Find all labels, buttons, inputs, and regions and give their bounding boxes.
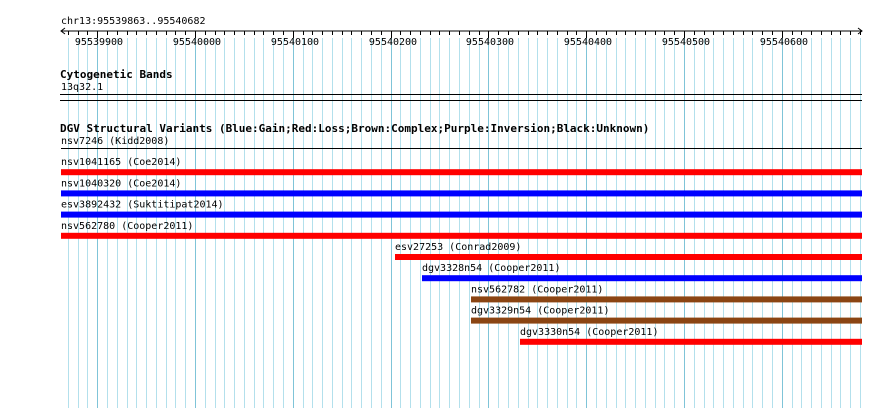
- dgv-feature[interactable]: dgv3330n54 (Cooper2011): [520, 327, 862, 345]
- dgv-feature[interactable]: esv3892432 (Suktitipat2014): [61, 200, 862, 218]
- dgv-feature-bar[interactable]: [520, 338, 862, 345]
- dgv-feature-bar[interactable]: [61, 190, 862, 197]
- dgv-track: DGV Structural Variants (Blue:Gain;Red:L…: [60, 122, 862, 345]
- genome-browser-track-panel: chr13:95539863..95540682 95539900 9554000…: [60, 16, 863, 408]
- cytoband-track[interactable]: Cytogenetic Bands 13q32.1: [60, 68, 862, 101]
- ruler-ticks: 95539900 95540000 95540100 95540200 95540300…: [68, 31, 861, 48]
- cytoband-label: 13q32.1: [61, 82, 103, 93]
- ruler-tick-label: 95540400: [564, 37, 612, 48]
- dgv-feature-bar[interactable]: [422, 275, 862, 282]
- dgv-feature-label: nsv1041165 (Coe2014): [61, 157, 181, 168]
- dgv-feature-label: esv27253 (Conrad2009): [395, 242, 521, 253]
- dgv-feature-label: esv3892432 (Suktitipat2014): [61, 200, 224, 211]
- dgv-feature-label: nsv562782 (Cooper2011): [471, 284, 603, 295]
- dgv-feature-bar[interactable]: [61, 148, 862, 149]
- ruler-tick-label: 95539900: [75, 37, 123, 48]
- ruler-tick-label: 95540000: [173, 37, 221, 48]
- dgv-feature-label: dgv3330n54 (Cooper2011): [520, 327, 658, 338]
- ruler: chr13:95539863..95540682 95539900 9554000…: [60, 16, 863, 48]
- dgv-feature-label: nsv562780 (Cooper2011): [61, 221, 193, 232]
- dgv-feature-bar[interactable]: [61, 169, 862, 176]
- ruler-tick-label: 95540500: [662, 37, 710, 48]
- dgv-feature[interactable]: nsv562782 (Cooper2011): [471, 284, 862, 303]
- dgv-feature-bar[interactable]: [471, 296, 862, 303]
- dgv-feature-label: dgv3329n54 (Cooper2011): [471, 306, 609, 317]
- dgv-feature[interactable]: nsv7246 (Kidd2008): [61, 136, 862, 149]
- dgv-feature[interactable]: nsv1041165 (Coe2014): [61, 157, 862, 176]
- dgv-feature-label: nsv1040320 (Coe2014): [61, 178, 181, 189]
- dgv-feature[interactable]: dgv3329n54 (Cooper2011): [471, 306, 862, 324]
- dgv-feature-label: nsv7246 (Kidd2008): [61, 136, 169, 147]
- dgv-feature[interactable]: dgv3328n54 (Cooper2011): [422, 263, 862, 282]
- location-label: chr13:95539863..95540682: [61, 16, 206, 27]
- cytoband-track-title: Cytogenetic Bands: [60, 68, 173, 81]
- ruler-tick-label: 95540100: [271, 37, 319, 48]
- dgv-feature-bar[interactable]: [61, 211, 862, 218]
- ruler-tick-label: 95540600: [760, 37, 808, 48]
- dgv-feature[interactable]: nsv562780 (Cooper2011): [61, 221, 862, 239]
- dgv-track-title: DGV Structural Variants (Blue:Gain;Red:L…: [60, 122, 649, 135]
- dgv-feature-bar[interactable]: [61, 232, 862, 239]
- ruler-tick-label: 95540200: [369, 37, 417, 48]
- dgv-feature-bar[interactable]: [395, 254, 862, 260]
- ruler-tick-label: 95540300: [466, 37, 514, 48]
- dgv-feature-label: dgv3328n54 (Cooper2011): [422, 263, 560, 274]
- dgv-feature-bar[interactable]: [471, 317, 862, 324]
- dgv-feature[interactable]: nsv1040320 (Coe2014): [61, 178, 862, 197]
- dgv-features: nsv7246 (Kidd2008) nsv1041165 (Coe2014) ns…: [61, 136, 862, 345]
- dgv-feature[interactable]: esv27253 (Conrad2009): [395, 242, 862, 260]
